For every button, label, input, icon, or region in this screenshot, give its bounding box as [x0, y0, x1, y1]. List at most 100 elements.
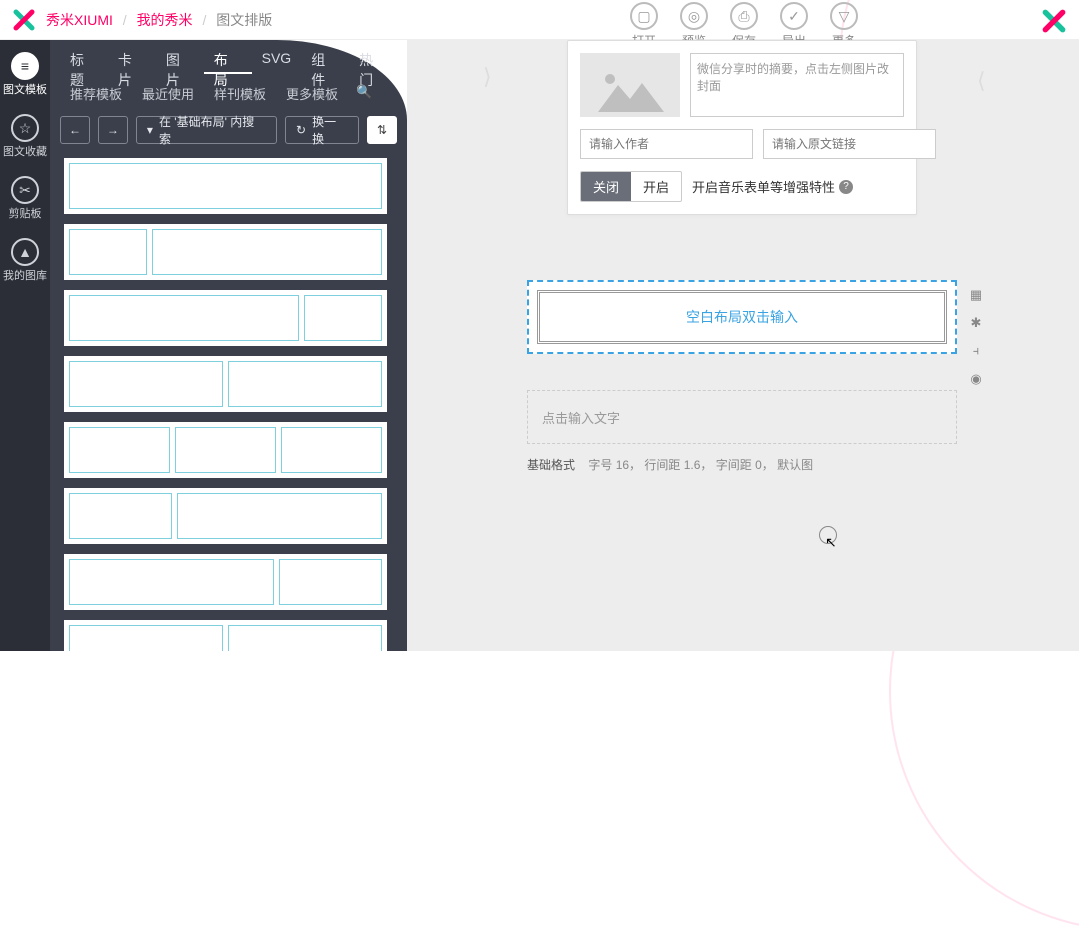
base-format-label[interactable]: 基础格式	[527, 458, 575, 472]
filter-icon: ▾	[147, 123, 153, 137]
selected-layout-block[interactable]: 空白布局双击输入	[527, 280, 957, 354]
layout-cell	[69, 163, 382, 209]
tab-card[interactable]: 卡片	[108, 46, 156, 74]
chevron-down-icon: ▽	[830, 2, 858, 30]
eye-icon[interactable]: ◉	[967, 370, 985, 388]
tab-title[interactable]: 标题	[60, 46, 108, 74]
handle-left-icon[interactable]: ⟩	[483, 64, 492, 90]
layout-template[interactable]	[64, 158, 387, 214]
layout-template[interactable]	[64, 224, 387, 280]
cover-placeholder[interactable]	[580, 53, 680, 117]
layout-cell	[69, 559, 274, 605]
layout-template-list[interactable]	[50, 150, 407, 651]
source-url-input[interactable]	[763, 129, 936, 159]
layout-cell	[177, 493, 382, 539]
nav-forward-button[interactable]: →	[98, 116, 128, 144]
panel-toolbar: ← → ▾ 在 '基础布局' 内搜索 ↻ 换一换 ⇅	[50, 108, 407, 150]
rail-templates[interactable]: ≡ 图文模板	[3, 52, 47, 96]
layout-cell	[175, 427, 276, 473]
breadcrumb-sep: /	[202, 12, 206, 28]
subtab-more[interactable]: 更多模板	[276, 80, 348, 108]
layout-cell	[69, 493, 172, 539]
layout-cell	[281, 427, 382, 473]
layout-template[interactable]	[64, 290, 387, 346]
sort-button[interactable]: ⇅	[367, 116, 397, 144]
breadcrumb-brand[interactable]: 秀米XIUMI	[46, 12, 113, 28]
sort-icon: ⇅	[377, 123, 387, 137]
layout-cell	[69, 295, 299, 341]
tab-layout[interactable]: 布局	[204, 46, 252, 74]
grid-icon[interactable]: ▦	[967, 286, 985, 304]
author-input[interactable]	[580, 129, 753, 159]
editor-canvas[interactable]: ⟩ ⟨ 微信分享时的摘要，点击左侧图片改封面 关闭 开启 开启音乐表单等增强特性…	[407, 40, 1079, 651]
layout-template[interactable]	[64, 422, 387, 478]
enhance-toggle[interactable]: 关闭 开启	[580, 171, 682, 202]
panel-subtabs: 推荐模板 最近使用 样刊模板 更多模板 🔍	[50, 74, 407, 108]
preview-icon: ◎	[680, 2, 708, 30]
layout-template[interactable]	[64, 554, 387, 610]
block-side-tools: ▦ ✱ ⫞ ◉	[967, 286, 985, 388]
layout-cell	[228, 361, 382, 407]
filter-search-button[interactable]: ▾ 在 '基础布局' 内搜索	[136, 116, 277, 144]
text-block-placeholder[interactable]: 点击输入文字	[527, 390, 957, 444]
breadcrumb-sep: /	[123, 12, 127, 28]
subtab-recent[interactable]: 最近使用	[132, 80, 204, 108]
breadcrumb-current: 图文排版	[216, 12, 272, 28]
subtab-sample[interactable]: 样刊模板	[204, 80, 276, 108]
panel-tabs: 标题 卡片 图片 布局 SVG 组件 热门	[50, 40, 407, 74]
layout-template[interactable]	[64, 620, 387, 651]
article-meta-card: 微信分享时的摘要，点击左侧图片改封面 关闭 开启 开启音乐表单等增强特性 ?	[567, 40, 917, 215]
arrow-left-icon: ←	[69, 123, 81, 137]
help-icon[interactable]: ?	[839, 180, 853, 194]
subtab-search[interactable]: 🔍	[348, 80, 380, 108]
arrow-right-icon: →	[107, 123, 119, 137]
layout-cell	[152, 229, 382, 275]
layout-template[interactable]	[64, 356, 387, 412]
templates-icon: ≡	[11, 52, 39, 80]
toggle-hint: 开启音乐表单等增强特性	[692, 177, 835, 196]
rail-gallery[interactable]: ▲ 我的图库	[3, 238, 47, 282]
mountain-icon: ▲	[11, 238, 39, 266]
folder-icon: ▢	[630, 2, 658, 30]
nav-back-button[interactable]: ←	[60, 116, 90, 144]
blank-layout-hint: 空白布局双击输入	[537, 290, 947, 344]
chart-icon[interactable]: ⫞	[967, 342, 985, 360]
save-icon: ⎙	[730, 2, 758, 30]
toggle-on[interactable]: 开启	[631, 172, 681, 201]
tab-widget[interactable]: 组件	[301, 46, 349, 74]
rail-clipboard[interactable]: ✂ 剪贴板	[9, 176, 42, 220]
toggle-off[interactable]: 关闭	[581, 172, 631, 201]
subtab-recommended[interactable]: 推荐模板	[60, 80, 132, 108]
mountain-icon	[590, 67, 670, 117]
scissors-icon: ✂	[11, 176, 39, 204]
refresh-icon: ↻	[296, 123, 306, 137]
check-icon: ✓	[780, 2, 808, 30]
abstract-input[interactable]: 微信分享时的摘要，点击左侧图片改封面	[690, 53, 904, 117]
gear-icon[interactable]: ✱	[967, 314, 985, 332]
base-format-line: 基础格式 字号 16， 行间距 1.6， 字间距 0， 默认图	[527, 456, 813, 473]
brand-logo	[12, 8, 36, 32]
brand-logo-right[interactable]	[1041, 8, 1067, 37]
template-panel: 标题 卡片 图片 布局 SVG 组件 热门 推荐模板 最近使用 样刊模板 更多模…	[50, 40, 407, 651]
breadcrumb-mine[interactable]: 我的秀米	[137, 12, 193, 28]
layout-cell	[69, 625, 223, 651]
layout-cell	[279, 559, 382, 605]
star-icon: ☆	[11, 114, 39, 142]
rail-favorites[interactable]: ☆ 图文收藏	[3, 114, 47, 158]
layout-template[interactable]	[64, 488, 387, 544]
search-icon: 🔍	[356, 84, 372, 99]
layout-cell	[69, 427, 170, 473]
tab-svg[interactable]: SVG	[252, 46, 302, 74]
handle-right-icon[interactable]: ⟨	[977, 68, 986, 94]
top-bar: 秀米XIUMI / 我的秀米 / 图文排版	[0, 0, 1079, 40]
layout-cell	[69, 229, 147, 275]
layout-cell	[69, 361, 223, 407]
refresh-button[interactable]: ↻ 换一换	[285, 116, 359, 144]
tab-image[interactable]: 图片	[156, 46, 204, 74]
layout-cell	[304, 295, 382, 341]
layout-cell	[228, 625, 382, 651]
cursor-arrow-icon: ↖	[825, 534, 837, 551]
tab-hot[interactable]: 热门	[349, 46, 397, 74]
left-rail: ≡ 图文模板 ☆ 图文收藏 ✂ 剪贴板 ▲ 我的图库	[0, 40, 50, 651]
breadcrumb: 秀米XIUMI / 我的秀米 / 图文排版	[46, 10, 272, 30]
